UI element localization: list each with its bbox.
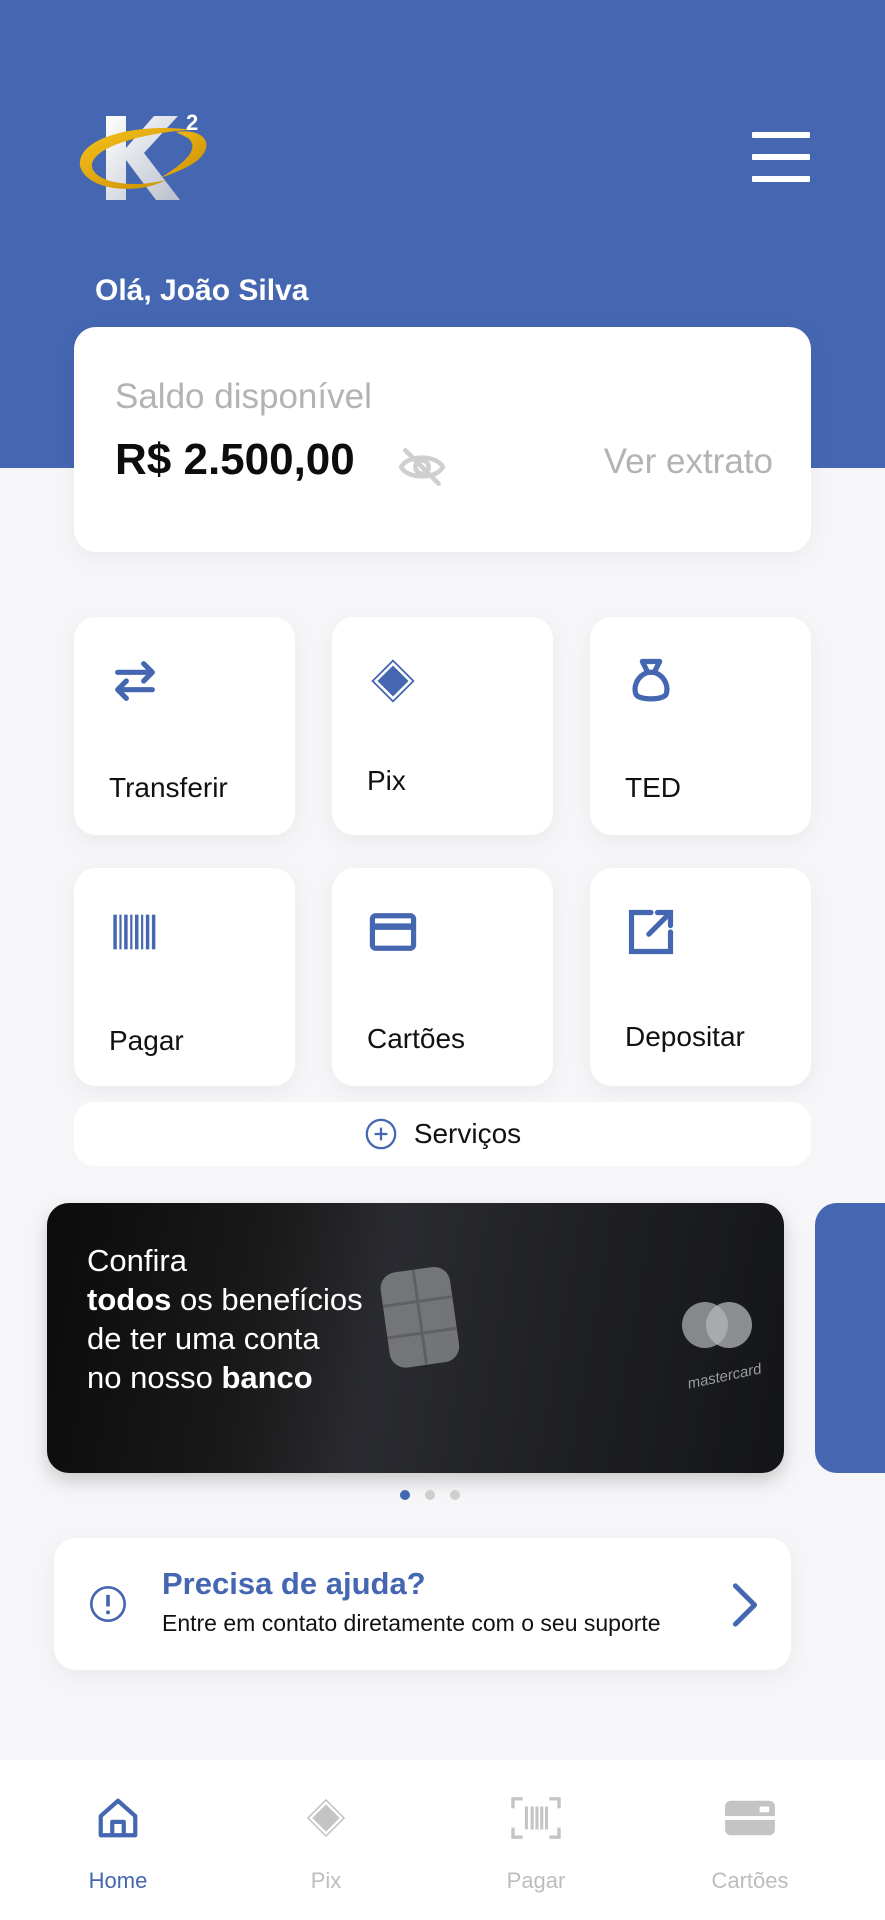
credit-card-icon [369, 913, 417, 951]
money-bag-icon [632, 658, 670, 702]
action-label: Pagar [109, 1025, 184, 1056]
menu-button[interactable] [752, 132, 810, 184]
banner-text: Confira todos os benefícios de ter uma c… [87, 1241, 363, 1397]
tab-label: Pagar [506, 1868, 566, 1893]
action-pix-button[interactable]: Pix [332, 617, 553, 835]
k2-logo-icon: 2 [79, 110, 207, 200]
banner-line: Confira [87, 1243, 187, 1278]
alert-circle-icon [90, 1586, 126, 1622]
home-icon [98, 1798, 138, 1838]
help-subtitle: Entre em contato diretamente com o seu s… [162, 1610, 661, 1636]
transfer-arrows-icon [115, 661, 155, 701]
barcode-icon [113, 914, 156, 950]
action-label: Transferir [109, 772, 228, 803]
hamburger-line [752, 154, 810, 160]
mastercard-logo-icon [682, 1302, 752, 1348]
external-link-icon [628, 909, 674, 955]
action-ted-button[interactable]: TED [590, 617, 811, 835]
carousel-dot[interactable] [400, 1490, 410, 1500]
action-pay-button[interactable]: Pagar [74, 868, 295, 1086]
chevron-right-icon [732, 1583, 758, 1627]
tab-home[interactable]: Home [18, 1760, 218, 1920]
card-icon [725, 1800, 775, 1836]
carousel-dot[interactable] [425, 1490, 435, 1500]
pix-icon [306, 1798, 346, 1838]
tab-pix[interactable]: Pix [226, 1760, 426, 1920]
action-label: Depositar [625, 1021, 745, 1052]
statement-link[interactable]: Ver extrato [604, 442, 773, 482]
banner-line: de ter uma conta [87, 1321, 320, 1356]
carousel-indicator [400, 1490, 460, 1500]
services-button[interactable]: Serviços [74, 1102, 811, 1166]
banner-line: todos os benefícios [87, 1282, 363, 1317]
help-card[interactable]: Precisa de ajuda? Entre em contato diret… [54, 1538, 791, 1670]
tab-label: Pix [310, 1868, 342, 1893]
balance-label: Saldo disponível [115, 377, 372, 416]
action-deposit-button[interactable]: Depositar [590, 868, 811, 1086]
balance-card: Saldo disponível R$ 2.500,00 Ver extrato [74, 327, 811, 552]
card-brand-text: mastercard [686, 1360, 763, 1393]
tab-label: Home [88, 1868, 148, 1893]
promo-banner[interactable]: mastercard Confira todos os benefícios d… [47, 1203, 784, 1473]
action-label: Pix [367, 765, 406, 796]
eye-off-icon[interactable] [397, 442, 447, 492]
action-label: TED [625, 772, 681, 803]
pix-icon [371, 659, 415, 703]
balance-value: R$ 2.500,00 [115, 435, 355, 484]
tab-label: Cartões [711, 1868, 789, 1893]
tab-cards[interactable]: Cartões [650, 1760, 850, 1920]
greeting-text: Olá, João Silva [95, 274, 309, 307]
next-banner-peek[interactable] [815, 1203, 885, 1473]
card-chip-icon [380, 1266, 460, 1368]
bottom-tab-bar: Home Pix Pagar Cartões [0, 1760, 885, 1920]
services-label: Serviços [413, 1118, 522, 1149]
help-title: Precisa de ajuda? [162, 1566, 426, 1601]
action-label: Cartões [367, 1023, 466, 1054]
barcode-scan-icon [511, 1797, 561, 1839]
tab-pay[interactable]: Pagar [436, 1760, 636, 1920]
banner-line: no nosso banco [87, 1360, 313, 1395]
carousel-dot[interactable] [450, 1490, 460, 1500]
hamburger-menu-icon [752, 132, 810, 138]
action-cards-button[interactable]: Cartões [332, 868, 553, 1086]
svg-text:2: 2 [186, 110, 198, 135]
plus-circle-icon [365, 1118, 397, 1150]
hamburger-line [752, 176, 810, 182]
action-transfer-button[interactable]: Transferir [74, 617, 295, 835]
